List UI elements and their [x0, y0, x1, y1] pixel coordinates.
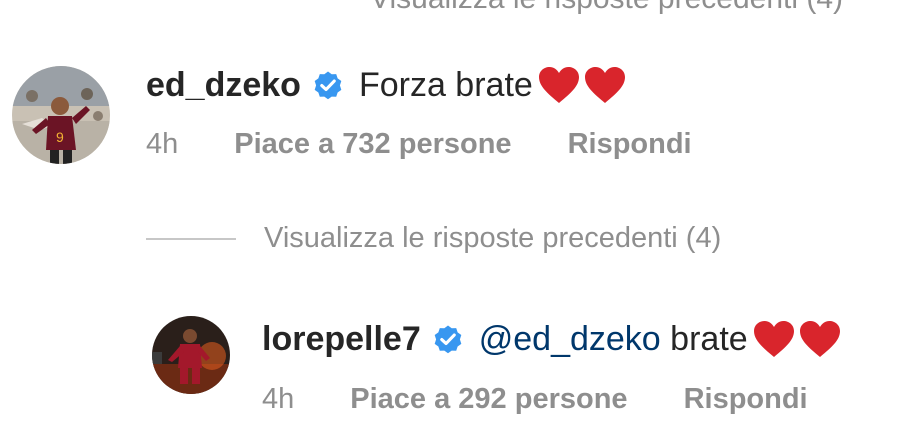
comment-timestamp: 4h — [262, 382, 295, 415]
verified-badge-icon — [431, 322, 465, 356]
view-replies-label: Visualizza le risposte precedenti (4) — [264, 222, 722, 254]
divider-line — [146, 237, 236, 240]
red-heart-emoji — [584, 67, 625, 103]
view-previous-replies-link[interactable]: Visualizza le risposte precedenti (4) — [146, 222, 721, 255]
avatar[interactable]: 9 — [12, 66, 110, 164]
comment-text: brate — [660, 319, 748, 358]
mention-link[interactable]: @ed_dzeko — [479, 320, 661, 359]
comment-username[interactable]: ed_dzeko — [146, 66, 301, 105]
red-heart-emoji — [753, 321, 794, 357]
reply-button[interactable]: Rispondi — [684, 383, 808, 416]
comment-username[interactable]: lorepelle7 — [262, 320, 421, 359]
comment-likes-link[interactable]: Piace a 732 persone — [234, 128, 511, 161]
avatar[interactable] — [152, 316, 230, 394]
reply-button[interactable]: Rispondi — [568, 128, 692, 161]
comment-text: Forza brate — [358, 65, 533, 104]
comment-likes-link[interactable]: Piace a 292 persone — [350, 383, 627, 416]
hearts-emoji-group — [535, 65, 627, 105]
red-heart-emoji — [538, 67, 579, 103]
previous-replies-link-partial[interactable]: Visualizza le risposte precedenti (4) — [370, 0, 843, 16]
hearts-emoji-group — [750, 319, 842, 359]
verified-badge-icon — [311, 68, 345, 102]
svg-text:9: 9 — [56, 129, 64, 145]
red-heart-emoji — [799, 321, 840, 357]
comment-timestamp: 4h — [146, 127, 179, 160]
